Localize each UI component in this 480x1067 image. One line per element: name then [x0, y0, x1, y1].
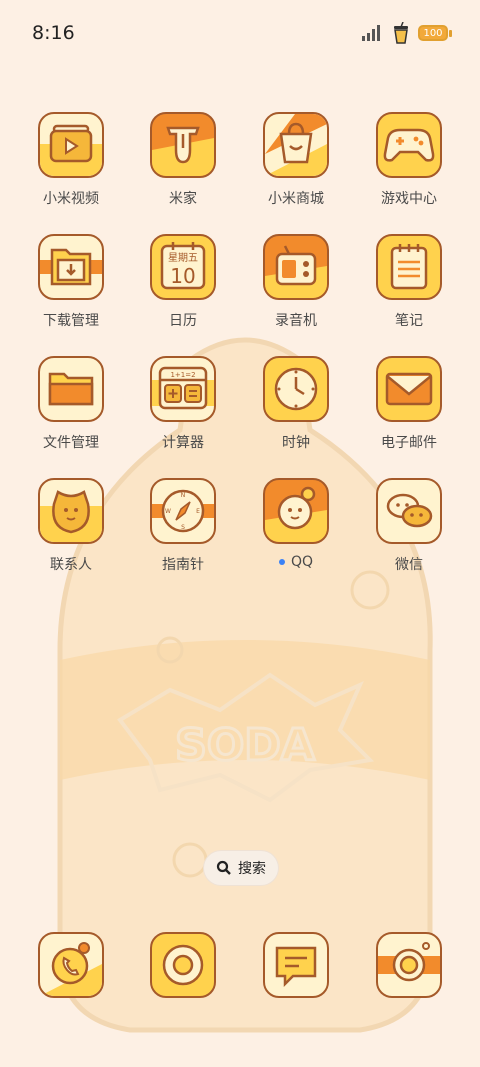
status-bar: 8:16 100	[0, 0, 480, 68]
battery-indicator: 100	[418, 25, 448, 41]
app-icon	[38, 112, 104, 178]
app-calendar[interactable]: 星期五 10 日历	[128, 234, 238, 330]
app-label-text: QQ	[290, 554, 314, 570]
contact-blob-icon	[40, 490, 102, 542]
app-icon	[263, 356, 329, 422]
qq-bubble-icon	[265, 486, 327, 542]
app-xiaomi-store[interactable]: 小米商城	[241, 112, 351, 208]
status-icons: 100	[362, 22, 452, 44]
app-icon	[376, 234, 442, 300]
app-label: 米家	[169, 191, 197, 207]
app-label: 小米视频	[43, 191, 99, 207]
camera-icon	[378, 942, 440, 982]
clock-icon	[274, 367, 318, 411]
app-label: 计算器	[162, 435, 204, 451]
app-icon	[376, 478, 442, 544]
calculator-equation: 1+1=2	[170, 371, 195, 379]
app-qq[interactable]: QQ	[241, 478, 351, 570]
app-notes[interactable]: 笔记	[354, 234, 464, 330]
phone-icon	[40, 942, 102, 996]
app-download-manager[interactable]: 下载管理	[16, 234, 126, 330]
battery-tip	[449, 29, 452, 37]
shopping-bag-icon	[265, 114, 327, 176]
app-icon	[376, 112, 442, 178]
search-icon	[216, 860, 231, 875]
app-icon	[263, 478, 329, 544]
app-icon	[376, 932, 442, 998]
download-folder-icon	[40, 248, 102, 286]
message-icon	[275, 946, 317, 988]
gamepad-icon	[383, 128, 435, 162]
app-clock[interactable]: 时钟	[241, 356, 351, 452]
search-button[interactable]: 搜索	[204, 851, 278, 885]
notepad-icon	[390, 244, 428, 290]
calendar-day: 10	[170, 264, 195, 288]
status-time: 8:16	[32, 22, 75, 44]
video-case-icon	[40, 124, 102, 176]
drink-cup-icon	[394, 22, 408, 44]
app-icon: 1+1=2	[150, 356, 216, 422]
app-label: 微信	[395, 557, 423, 573]
app-mijia[interactable]: 米家	[128, 112, 238, 208]
folder-icon	[48, 372, 94, 406]
radio-recorder-icon	[265, 245, 327, 298]
app-icon	[150, 112, 216, 178]
app-label: 电子邮件	[381, 435, 437, 451]
app-icon	[38, 356, 104, 422]
search-label: 搜索	[238, 861, 266, 877]
app-calculator[interactable]: 1+1=2 计算器	[128, 356, 238, 452]
svg-text:E: E	[196, 508, 200, 515]
svg-text:W: W	[165, 508, 171, 515]
app-icon	[38, 234, 104, 300]
app-recorder[interactable]: 录音机	[241, 234, 351, 330]
calendar-icon: 星期五 10	[160, 242, 206, 290]
soda-text: SODA	[175, 720, 315, 771]
app-icon	[38, 932, 104, 998]
app-xiaomi-video[interactable]: 小米视频	[16, 112, 126, 208]
app-email[interactable]: 电子邮件	[354, 356, 464, 452]
app-icon: 星期五 10	[150, 234, 216, 300]
dock-browser[interactable]	[128, 932, 238, 998]
app-icon	[150, 932, 216, 998]
calendar-weekday: 星期五	[168, 252, 198, 264]
app-label: 游戏中心	[381, 191, 437, 207]
app-label: 时钟	[282, 435, 310, 451]
browser-ring-icon	[162, 944, 204, 986]
app-icon	[263, 112, 329, 178]
signal-icon	[362, 25, 380, 41]
app-label: 指南针	[162, 557, 204, 573]
app-label: 笔记	[395, 313, 423, 329]
app-label: QQ	[278, 554, 314, 570]
app-icon	[38, 478, 104, 544]
app-label: 下载管理	[43, 313, 99, 329]
dock-camera[interactable]	[354, 932, 464, 998]
app-icon	[263, 932, 329, 998]
app-file-manager[interactable]: 文件管理	[16, 356, 126, 452]
app-icon	[263, 234, 329, 300]
app-label: 小米商城	[268, 191, 324, 207]
app-wechat[interactable]: 微信	[354, 478, 464, 574]
app-contacts[interactable]: 联系人	[16, 478, 126, 574]
envelope-icon	[385, 372, 433, 406]
chat-bubbles-icon	[386, 493, 433, 528]
new-install-dot	[278, 559, 285, 565]
app-label: 日历	[169, 313, 197, 329]
calculator-icon: 1+1=2	[152, 366, 214, 410]
compass-icon: N E S W	[152, 489, 214, 533]
dock-phone[interactable]	[16, 932, 126, 998]
app-icon: N E S W	[150, 478, 216, 544]
mijia-logo-icon	[152, 126, 214, 176]
app-game-center[interactable]: 游戏中心	[354, 112, 464, 208]
app-icon	[376, 356, 442, 422]
dock-messages[interactable]	[241, 932, 351, 998]
svg-text:S: S	[181, 524, 185, 531]
app-compass[interactable]: N E S W 指南针	[128, 478, 238, 574]
app-label: 文件管理	[43, 435, 99, 451]
app-label: 联系人	[50, 557, 92, 573]
app-label: 录音机	[275, 313, 317, 329]
svg-text:N: N	[181, 492, 186, 499]
